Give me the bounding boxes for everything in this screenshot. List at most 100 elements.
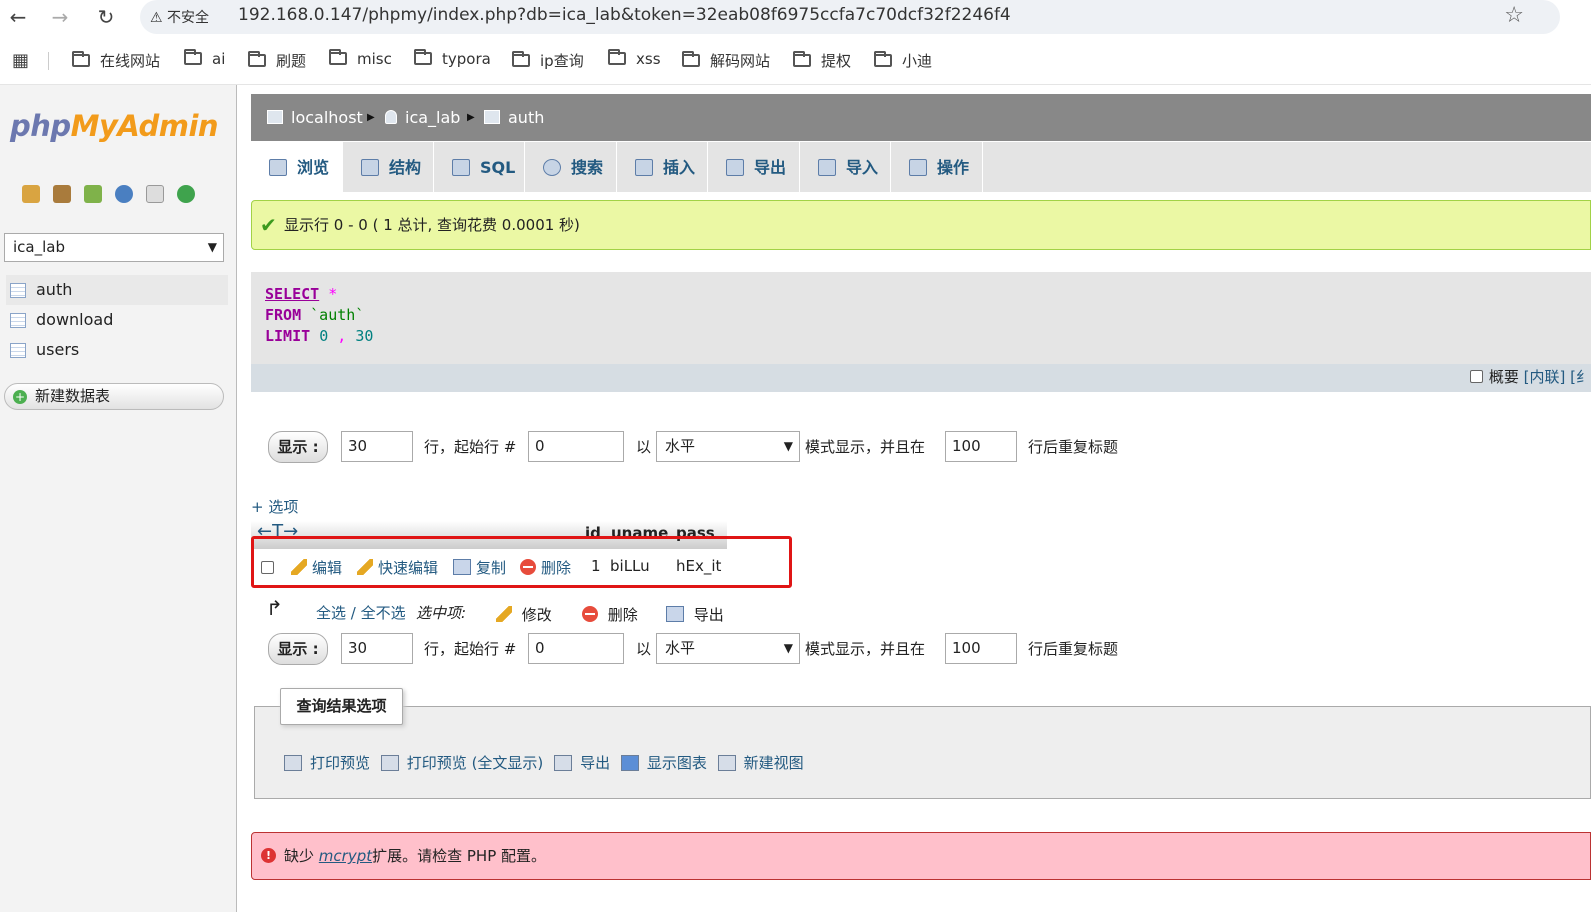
table-item-auth[interactable]: auth: [6, 275, 228, 305]
repeat-headers-input[interactable]: 100: [945, 633, 1017, 664]
folder-icon: [682, 51, 700, 67]
bulk-delete-button[interactable]: 删除: [582, 604, 638, 625]
sql-offset: 0: [319, 327, 329, 345]
navigation-panel: phpMyAdmin ica_lab ▼ auth download users …: [0, 85, 237, 912]
folder-icon: [329, 49, 347, 65]
bookmarks-bar: ▦ 在线网站 ai 刷题 misc typora ip查询 xss 解码网站 提…: [0, 44, 1591, 78]
bookmark-label: 在线网站: [100, 52, 161, 70]
tab-export[interactable]: 导出: [708, 142, 800, 192]
reload-icon[interactable]: ↻: [92, 4, 120, 32]
show-button[interactable]: 显示 :: [268, 431, 328, 463]
repeat-suffix: 行后重复标题: [1028, 640, 1119, 658]
rows-input[interactable]: 30: [341, 633, 413, 664]
tab-sql[interactable]: SQL: [434, 142, 525, 192]
database-icon: [385, 110, 397, 124]
rows-label: 行，起始行 #: [424, 438, 517, 456]
breadcrumb-server[interactable]: localhost: [267, 108, 363, 127]
query-window-icon[interactable]: [84, 185, 102, 203]
tab-search[interactable]: 搜索: [525, 142, 617, 192]
breadcrumb-database[interactable]: ica_lab: [385, 108, 460, 127]
help-icon[interactable]: [115, 185, 133, 203]
profiling-checkbox[interactable]: [1469, 370, 1483, 383]
tab-operations[interactable]: 操作: [891, 142, 983, 192]
url-text[interactable]: 192.168.0.147/phpmy/index.php?db=ica_lab…: [238, 5, 1011, 25]
create-view-label: 新建视图: [743, 754, 804, 772]
bookmark-folder[interactable]: 提权: [793, 50, 851, 71]
url-box[interactable]: ⚠ 不安全 192.168.0.147/phpmy/index.php?db=i…: [140, 0, 1560, 34]
bulk-export-button[interactable]: 导出: [666, 604, 724, 625]
folder-icon: [793, 51, 811, 67]
repeat-headers-input[interactable]: 100: [945, 431, 1017, 462]
bookmark-folder[interactable]: ai: [184, 49, 226, 68]
insecure-label: 不安全: [167, 10, 210, 26]
nav-icon-bar: [22, 185, 208, 207]
create-view-link[interactable]: 新建视图: [717, 754, 804, 772]
bookmark-folder[interactable]: 刷题: [248, 50, 306, 71]
sql-from-keyword: FROM: [265, 306, 302, 324]
forward-icon[interactable]: →: [46, 4, 74, 32]
print-full-label: 打印预览 (全文显示): [406, 754, 544, 772]
chevron-down-icon: ▼: [783, 439, 793, 453]
bookmark-star-icon[interactable]: ☆: [1504, 3, 1524, 28]
mcrypt-link[interactable]: mcrypt: [319, 847, 372, 865]
show-button[interactable]: 显示 :: [268, 633, 328, 665]
tab-import[interactable]: 导入: [800, 142, 891, 192]
tab-insert[interactable]: 插入: [617, 142, 708, 192]
bookmark-label: ip查询: [540, 52, 584, 70]
tab-structure[interactable]: 结构: [343, 142, 434, 192]
table-icon: [484, 110, 500, 124]
folder-icon: [184, 49, 202, 65]
folder-icon: [248, 51, 266, 67]
new-table-button[interactable]: + 新建数据表: [4, 383, 224, 410]
start-row-input[interactable]: 0: [528, 633, 624, 664]
apps-grid-icon[interactable]: ▦: [12, 50, 29, 71]
bookmark-folder[interactable]: 在线网站: [72, 50, 160, 71]
inline-edit-link[interactable]: 内联: [1529, 368, 1559, 386]
print-view-link[interactable]: 打印预览: [284, 754, 370, 772]
bookmark-folder[interactable]: misc: [329, 49, 392, 68]
sql-options-bar: 概要 [内联] [纟: [251, 364, 1591, 392]
rows-input[interactable]: 30: [341, 431, 413, 462]
bookmark-folder[interactable]: 小迪: [874, 50, 932, 71]
home-icon[interactable]: [22, 185, 40, 203]
tab-label: 导出: [754, 158, 787, 177]
bookmark-label: ai: [212, 50, 226, 68]
start-row-input[interactable]: 0: [528, 431, 624, 462]
reload-nav-icon[interactable]: [177, 185, 195, 203]
table-item-label: download: [36, 310, 114, 329]
logout-icon[interactable]: [53, 185, 71, 203]
display-chart-link[interactable]: 显示图表: [620, 754, 707, 772]
table-item-users[interactable]: users: [6, 335, 228, 365]
table-icon: [10, 343, 26, 358]
bookmark-folder[interactable]: typora: [414, 49, 491, 68]
docs-icon[interactable]: [146, 185, 164, 203]
new-table-label: 新建数据表: [35, 387, 111, 405]
bookmark-folder[interactable]: ip查询: [512, 50, 584, 71]
tab-browse[interactable]: 浏览: [251, 142, 343, 192]
print-full-link[interactable]: 打印预览 (全文显示): [380, 754, 544, 772]
breadcrumb-table[interactable]: auth: [484, 108, 544, 127]
database-select[interactable]: ica_lab ▼: [4, 233, 224, 262]
export-results-link[interactable]: 导出: [554, 754, 610, 772]
tab-label: 搜索: [571, 158, 604, 177]
sql-comma: ,: [337, 327, 347, 345]
bulk-change-button[interactable]: 修改: [496, 604, 552, 625]
back-icon[interactable]: ←: [4, 4, 32, 32]
display-mode-select[interactable]: 水平 ▼: [656, 431, 800, 462]
check-all-link[interactable]: 全选 / 全不选: [316, 602, 406, 623]
chrome-divider: [0, 84, 1591, 85]
plus-icon: +: [13, 390, 27, 404]
bookmark-folder[interactable]: 解码网站: [682, 50, 770, 71]
edit-link-partial[interactable]: 纟: [1576, 368, 1591, 386]
bookmark-folder[interactable]: xss: [608, 49, 661, 68]
success-message: ✔ 显示行 0 - 0 ( 1 总计, 查询花费 0.0001 秒): [251, 200, 1591, 250]
phpmyadmin-logo[interactable]: phpMyAdmin: [10, 109, 219, 143]
server-icon: [267, 110, 283, 124]
breadcrumb-database-label: ica_lab: [405, 108, 461, 127]
insecure-indicator[interactable]: ⚠ 不安全: [150, 7, 209, 27]
printer-icon: [284, 755, 302, 771]
display-mode-select[interactable]: 水平 ▼: [656, 633, 800, 664]
sql-select-keyword[interactable]: SELECT: [265, 285, 319, 303]
table-item-download[interactable]: download: [6, 305, 228, 335]
options-toggle[interactable]: + 选项: [251, 496, 298, 517]
